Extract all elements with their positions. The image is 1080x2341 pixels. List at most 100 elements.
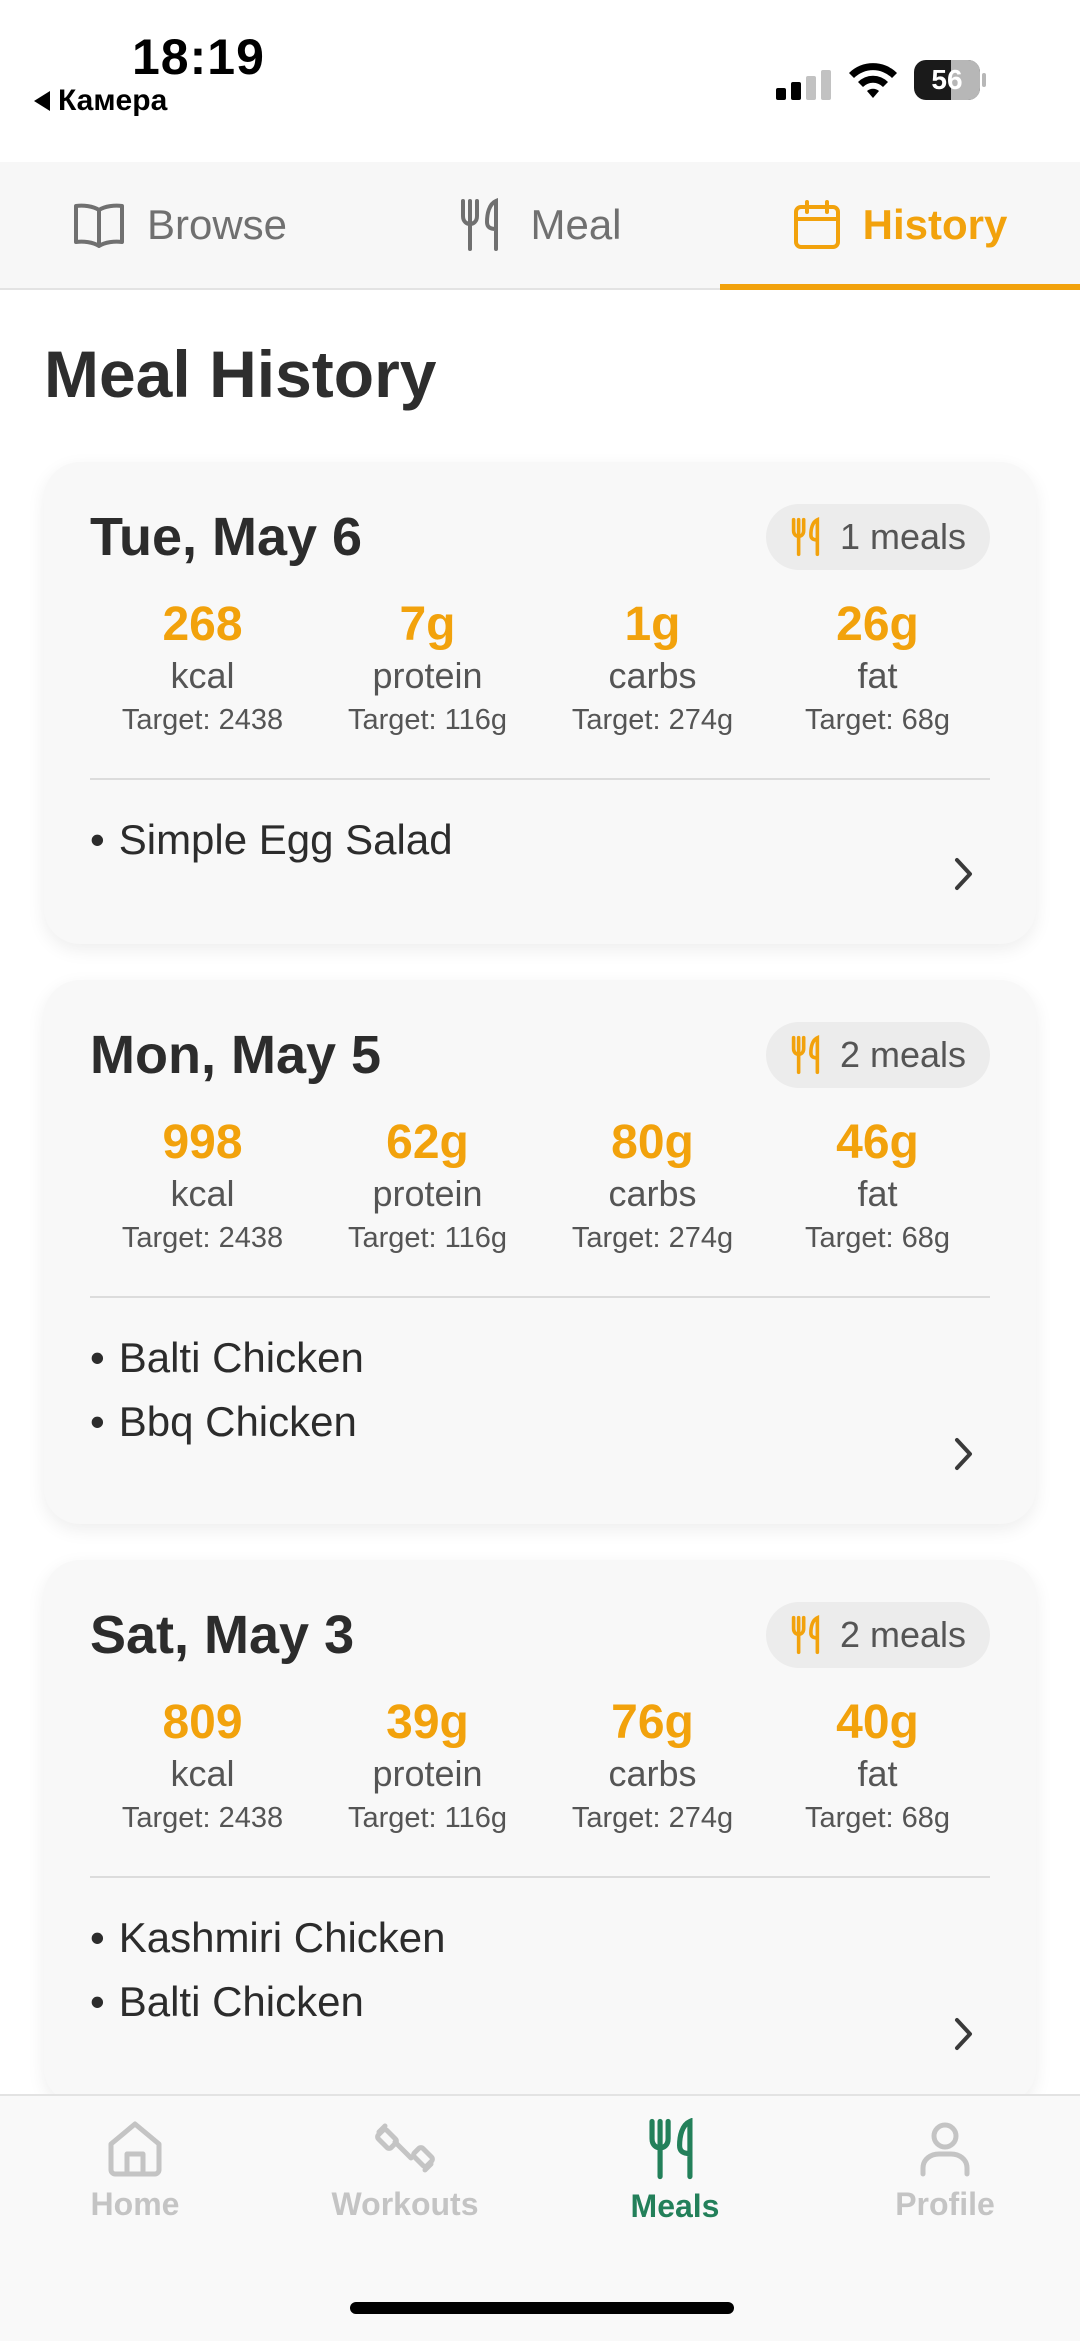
nav-profile[interactable]: Profile bbox=[810, 2096, 1080, 2341]
chevron-right-icon[interactable] bbox=[948, 1434, 978, 1474]
macro-target: Target: 68g bbox=[804, 1802, 951, 1834]
macro-unit: kcal bbox=[170, 1753, 235, 1794]
macro-target: Target: 2438 bbox=[121, 1802, 284, 1834]
macro-value: 809 bbox=[162, 1696, 243, 1749]
macro-summary: 998 kcal Target: 2438 62g protein Target… bbox=[90, 1116, 990, 1256]
macro-value: 268 bbox=[162, 598, 243, 651]
macro-value: 1g bbox=[624, 598, 681, 651]
day-date: Mon, May 5 bbox=[90, 1025, 382, 1085]
day-date: Sat, May 3 bbox=[90, 1605, 355, 1665]
meal-item: Balti Chicken bbox=[90, 1326, 364, 1390]
day-card[interactable]: Sat, May 3 2 meals 809 kcal Target: 2438… bbox=[44, 1560, 1036, 2104]
card-divider bbox=[90, 1296, 990, 1298]
macro-protein: 39g protein Target: 116g bbox=[315, 1696, 540, 1836]
meals-count-badge: 2 meals bbox=[765, 1022, 990, 1088]
nav-home[interactable]: Home bbox=[0, 2096, 270, 2341]
book-icon bbox=[73, 203, 124, 248]
day-card[interactable]: Tue, May 6 1 meals 268 kcal Target: 2438… bbox=[44, 462, 1036, 944]
macro-value: 998 bbox=[162, 1116, 243, 1169]
card-divider bbox=[90, 778, 990, 780]
macro-carbs: 76g carbs Target: 274g bbox=[540, 1696, 765, 1836]
utensils-icon bbox=[791, 1615, 820, 1655]
day-card[interactable]: Mon, May 5 2 meals 998 kcal Target: 2438… bbox=[44, 980, 1036, 1524]
person-icon bbox=[920, 2122, 970, 2177]
nav-profile-label: Profile bbox=[895, 2186, 995, 2222]
card-divider bbox=[90, 1876, 990, 1878]
macro-fat: 40g fat Target: 68g bbox=[765, 1696, 990, 1836]
utensils-icon bbox=[649, 2118, 693, 2180]
meals-count-badge: 2 meals bbox=[765, 1602, 990, 1668]
app-screen: 18:19 Камера 56 Browse Meal History Meal… bbox=[0, 0, 1080, 2341]
macro-carbs: 80g carbs Target: 274g bbox=[540, 1116, 765, 1256]
chevron-right-icon[interactable] bbox=[948, 2014, 978, 2054]
macro-target: Target: 274g bbox=[571, 704, 734, 736]
home-icon bbox=[108, 2121, 162, 2177]
macro-summary: 268 kcal Target: 2438 7g protein Target:… bbox=[90, 598, 990, 738]
page-title: Meal History bbox=[44, 337, 437, 411]
macro-value: 62g bbox=[386, 1116, 469, 1169]
day-date: Tue, May 6 bbox=[90, 507, 363, 567]
macro-target: Target: 274g bbox=[571, 1222, 734, 1254]
macro-protein: 62g protein Target: 116g bbox=[315, 1116, 540, 1256]
macro-unit: protein bbox=[372, 1753, 483, 1794]
macro-kcal: 998 kcal Target: 2438 bbox=[90, 1116, 315, 1256]
macro-value: 40g bbox=[836, 1696, 919, 1749]
meal-item: Simple Egg Salad bbox=[90, 808, 453, 872]
meals-count-badge: 1 meals bbox=[765, 504, 990, 570]
macro-value: 80g bbox=[611, 1116, 694, 1169]
tab-browse[interactable]: Browse bbox=[0, 162, 360, 288]
macro-unit: fat bbox=[857, 1753, 898, 1794]
meal-list: Kashmiri Chicken Balti Chicken bbox=[90, 1906, 446, 2034]
chevron-right-icon[interactable] bbox=[948, 854, 978, 894]
utensils-icon bbox=[791, 1035, 820, 1075]
macro-value: 7g bbox=[399, 598, 456, 651]
tab-meal-label: Meal bbox=[530, 201, 622, 248]
top-tab-bar: Browse Meal History bbox=[0, 162, 1080, 290]
macro-target: Target: 68g bbox=[804, 704, 951, 736]
macro-value: 46g bbox=[836, 1116, 919, 1169]
nav-meals-label: Meals bbox=[630, 2188, 720, 2224]
macro-unit: carbs bbox=[608, 1753, 697, 1794]
battery-icon: 56 bbox=[914, 60, 986, 100]
back-triangle-icon bbox=[34, 91, 50, 111]
macro-unit: carbs bbox=[608, 655, 697, 696]
history-list: Tue, May 6 1 meals 268 kcal Target: 2438… bbox=[44, 462, 1036, 2140]
macro-value: 26g bbox=[836, 598, 919, 651]
calendar-icon bbox=[793, 200, 840, 249]
meal-list: Simple Egg Salad bbox=[90, 808, 453, 872]
macro-unit: protein bbox=[372, 655, 483, 696]
macro-unit: kcal bbox=[170, 655, 235, 696]
macro-target: Target: 2438 bbox=[121, 1222, 284, 1254]
tab-history-label: History bbox=[862, 201, 1008, 248]
macro-target: Target: 2438 bbox=[121, 704, 284, 736]
meal-item: Balti Chicken bbox=[90, 1970, 446, 2034]
macro-value: 39g bbox=[386, 1696, 469, 1749]
status-bar: 18:19 Камера 56 bbox=[0, 0, 1080, 162]
macro-value: 76g bbox=[611, 1696, 694, 1749]
macro-unit: carbs bbox=[608, 1173, 697, 1214]
macro-unit: fat bbox=[857, 1173, 898, 1214]
meal-list: Balti Chicken Bbq Chicken bbox=[90, 1326, 364, 1454]
macro-target: Target: 68g bbox=[804, 1222, 951, 1254]
macro-fat: 26g fat Target: 68g bbox=[765, 598, 990, 738]
nav-home-label: Home bbox=[90, 2186, 180, 2222]
utensils-icon bbox=[791, 517, 820, 557]
status-time: 18:19 bbox=[132, 29, 265, 85]
meals-count: 2 meals bbox=[839, 1614, 966, 1655]
home-indicator[interactable] bbox=[350, 2302, 734, 2314]
macro-unit: kcal bbox=[170, 1173, 235, 1214]
macro-summary: 809 kcal Target: 2438 39g protein Target… bbox=[90, 1696, 990, 1836]
back-to-app-link[interactable]: Камера bbox=[34, 84, 167, 118]
tab-history[interactable]: History bbox=[720, 162, 1080, 290]
cellular-signal-icon bbox=[776, 70, 832, 100]
tab-meal[interactable]: Meal bbox=[360, 162, 720, 288]
meal-item: Kashmiri Chicken bbox=[90, 1906, 446, 1970]
macro-protein: 7g protein Target: 116g bbox=[315, 598, 540, 738]
macro-unit: protein bbox=[372, 1173, 483, 1214]
battery-level: 56 bbox=[931, 64, 963, 95]
meal-item: Bbq Chicken bbox=[90, 1390, 364, 1454]
macro-target: Target: 116g bbox=[347, 1222, 508, 1254]
meals-count: 1 meals bbox=[839, 516, 966, 557]
macro-carbs: 1g carbs Target: 274g bbox=[540, 598, 765, 738]
macro-kcal: 268 kcal Target: 2438 bbox=[90, 598, 315, 738]
